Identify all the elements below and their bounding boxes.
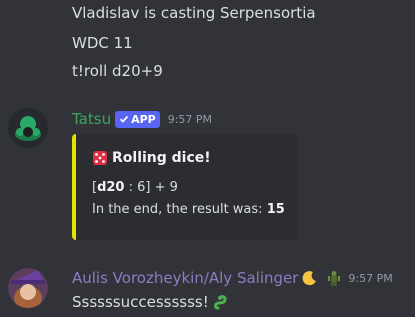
- username[interactable]: Tatsu: [72, 110, 111, 128]
- result-line: In the end, the result was: 15: [92, 202, 285, 217]
- moon-icon: [303, 271, 317, 286]
- roll-detail: : 6] + 9: [124, 180, 178, 195]
- message-line: WDC 11: [72, 34, 133, 52]
- message-text: Ssssssuccessssss!: [72, 293, 209, 311]
- tatsu-avatar-icon: [8, 108, 48, 148]
- timestamp: 9:57 PM: [167, 112, 213, 126]
- roll-die: d20: [97, 180, 125, 195]
- app-badge-label: APP: [131, 112, 156, 126]
- message-header: Tatsu APP 9:57 PM: [72, 110, 212, 128]
- result-prefix: In the end, the result was:: [92, 202, 267, 217]
- aulis-avatar-icon: [8, 268, 48, 308]
- snake-icon: [213, 295, 227, 310]
- avatar[interactable]: [8, 108, 48, 148]
- avatar[interactable]: [8, 268, 48, 308]
- roll-line: [d20 : 6] + 9: [92, 180, 178, 195]
- message-line: t!roll d20+9: [72, 62, 163, 80]
- checkmark-icon: [119, 115, 129, 123]
- message-header: Aulis Vorozheykin/Aly Salinger 9:57 PM: [72, 269, 393, 287]
- embed-title: Rolling dice!: [92, 150, 211, 166]
- result-value: 15: [266, 202, 285, 217]
- dice-icon: [93, 151, 107, 165]
- embed: Rolling dice! [d20 : 6] + 9 In the end, …: [72, 134, 298, 240]
- timestamp: 9:57 PM: [348, 271, 393, 285]
- figure-icon: [328, 271, 341, 286]
- username[interactable]: Aulis Vorozheykin/Aly Salinger: [72, 269, 298, 287]
- message-line: Ssssssuccessssss!: [72, 293, 231, 311]
- embed-title-text: Rolling dice!: [112, 150, 211, 166]
- app-badge: APP: [115, 110, 160, 128]
- message-line: Vladislav is casting Serpensortia: [72, 4, 316, 22]
